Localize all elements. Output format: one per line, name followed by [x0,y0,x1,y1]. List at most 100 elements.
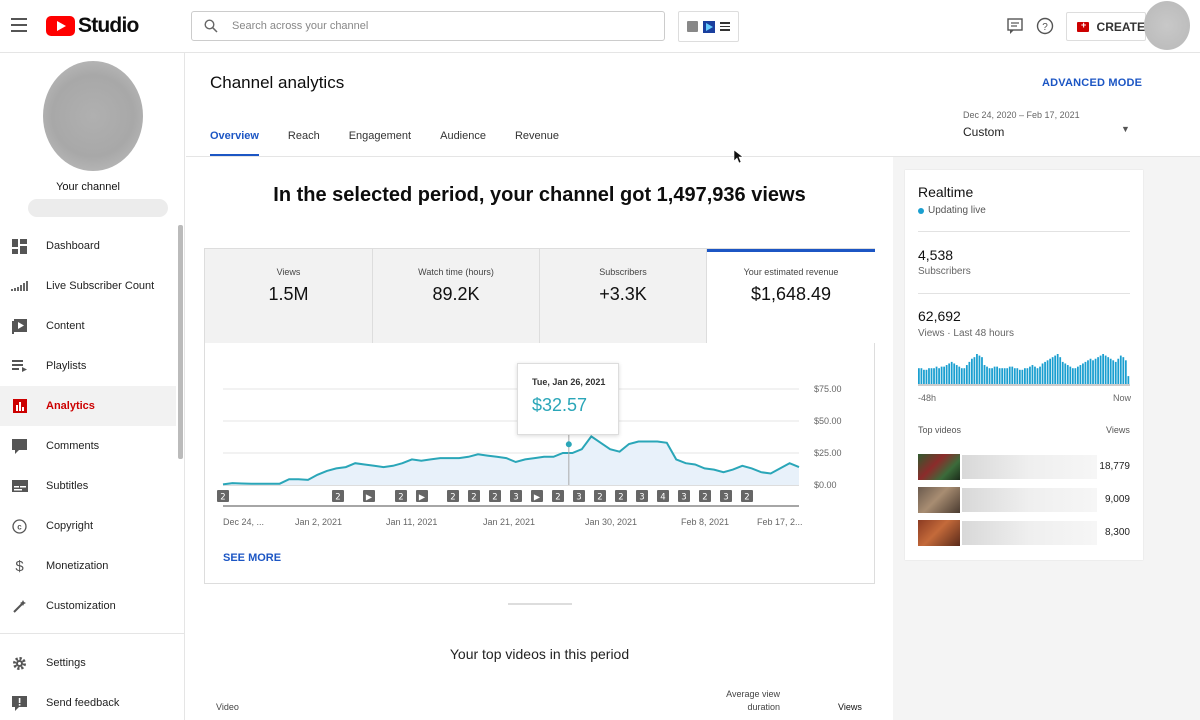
tab-reach[interactable]: Reach [288,130,320,156]
sidebar: Your channel Dashboard Live Subscriber C… [0,53,185,720]
realtime-bar [953,363,956,384]
video-publish-marker[interactable]: 3 [720,490,732,503]
video-publish-marker[interactable]: 2 [217,490,229,503]
sidebar-item-copyright[interactable]: c Copyright [0,506,176,546]
realtime-bar [1104,355,1107,384]
realtime-bar [965,365,968,384]
tab-engagement[interactable]: Engagement [349,130,411,156]
column-header-video[interactable]: Video [216,702,239,712]
sidebar-item-analytics[interactable]: Analytics [0,386,176,426]
help-icon[interactable]: ? [1035,16,1055,36]
video-camera-icon [1077,20,1089,32]
sidebar-item-live-subscriber-count[interactable]: Live Subscriber Count [0,266,176,306]
sidebar-item-customization[interactable]: Customization [0,586,176,626]
search-bar[interactable] [191,11,665,41]
channel-avatar[interactable] [43,61,143,171]
video-title-placeholder [962,521,1097,545]
svg-text:▶: ▶ [419,493,426,502]
sidebar-item-send-feedback[interactable]: Send feedback [0,683,176,720]
video-publish-marker[interactable]: 2 [332,490,344,503]
create-label: CREATE [1096,19,1145,34]
metric-subscribers[interactable]: Subscribers +3.3K [540,249,707,343]
realtime-views-bar-chart[interactable] [918,350,1130,386]
sidebar-item-comments[interactable]: Comments [0,426,176,466]
date-range[interactable]: Dec 24, 2020 – Feb 17, 2021 [963,110,1080,120]
tab-revenue[interactable]: Revenue [515,130,559,156]
summary-headline: In the selected period, your channel got… [273,184,806,206]
sidebar-item-dashboard[interactable]: Dashboard [0,226,176,266]
realtime-card: Realtime Updating live 4,538 Subscribers… [905,170,1143,560]
advanced-mode-link[interactable]: ADVANCED MODE [1042,77,1142,89]
metric-views[interactable]: Views 1.5M [205,249,373,343]
realtime-bar [963,368,966,384]
video-publish-marker[interactable]: 4 [657,490,669,503]
video-publish-marker[interactable]: 2 [468,490,480,503]
tab-overview[interactable]: Overview [210,130,259,156]
hamburger-menu-icon[interactable] [11,18,27,32]
video-thumbnail[interactable] [918,520,960,546]
video-thumbnail[interactable] [918,454,960,480]
realtime-video-row[interactable]: 18,779 [918,454,1130,480]
video-publish-marker[interactable]: 2 [447,490,459,503]
video-publish-marker[interactable]: 2 [395,490,407,503]
sidebar-item-label: Copyright [46,520,94,532]
extension-menu-icon[interactable] [720,20,731,33]
see-more-link[interactable]: SEE MORE [223,552,281,564]
metric-watch-time[interactable]: Watch time (hours) 89.2K [373,249,540,343]
tab-audience[interactable]: Audience [440,130,486,156]
realtime-bar [981,357,983,384]
video-publish-marker[interactable]: 2 [489,490,501,503]
create-button[interactable]: CREATE [1066,12,1146,41]
sidebar-scrollbar[interactable] [178,225,183,459]
sidebar-item-playlists[interactable]: Playlists [0,346,176,386]
video-publish-marker[interactable]: ▶ [531,490,543,502]
search-input[interactable] [232,20,632,32]
metric-estimated-revenue[interactable]: Your estimated revenue $1,648.49 [707,249,875,343]
axis-end-label: Now [1113,393,1132,403]
signal-bars-icon [11,278,28,295]
video-publish-marker[interactable]: 3 [636,490,648,503]
date-preset[interactable]: Custom [963,125,1004,139]
video-publish-marker[interactable]: ▶ [416,490,428,502]
column-header-views[interactable]: Views [838,702,862,712]
realtime-bar [998,368,1001,384]
video-publish-marker[interactable]: 2 [594,490,606,503]
sidebar-divider [0,633,184,634]
sidebar-item-monetization[interactable]: $ Monetization [0,546,176,586]
realtime-bar [1087,360,1089,384]
column-header-average-view-duration[interactable]: Average view duration [716,688,780,714]
video-publish-marker[interactable]: 2 [699,490,711,503]
sidebar-item-label: Send feedback [46,697,120,709]
studio-logo[interactable]: Studio [46,13,139,39]
sidebar-item-label: Customization [46,600,116,612]
video-publish-marker[interactable]: 3 [678,490,690,503]
dropdown-caret-icon[interactable]: ▼ [1121,124,1130,134]
realtime-video-row[interactable]: 9,009 [918,487,1130,513]
account-avatar[interactable] [1144,1,1190,50]
video-thumbnail[interactable] [918,487,960,513]
extension-toolbar[interactable] [678,11,739,42]
extension-play-icon[interactable] [702,20,715,33]
realtime-bar [958,366,961,384]
video-publish-marker[interactable]: 2 [615,490,627,503]
realtime-views-label: Views · Last 48 hours [918,328,1014,339]
realtime-bar [1026,368,1029,384]
video-publish-marker[interactable]: 2 [552,490,564,503]
svg-text:2: 2 [702,493,707,503]
video-publish-marker[interactable]: ▶ [363,490,375,502]
realtime-bar [1008,366,1011,384]
realtime-bar [933,368,935,384]
video-publish-marker[interactable]: 2 [741,490,753,503]
video-publish-marker[interactable]: 3 [573,490,585,503]
extension-icon[interactable] [686,21,698,32]
sidebar-item-subtitles[interactable]: Subtitles [0,466,176,506]
svg-text:2: 2 [335,493,340,503]
video-publish-marker[interactable]: 3 [510,490,522,503]
feedback-icon[interactable] [1005,16,1025,36]
sidebar-item-settings[interactable]: Settings [0,643,176,683]
sidebar-item-content[interactable]: Content [0,306,176,346]
channel-label[interactable]: Your channel [0,181,176,193]
realtime-video-row[interactable]: 8,300 [918,520,1130,546]
svg-text:3: 3 [513,493,518,503]
realtime-bar [960,368,963,384]
